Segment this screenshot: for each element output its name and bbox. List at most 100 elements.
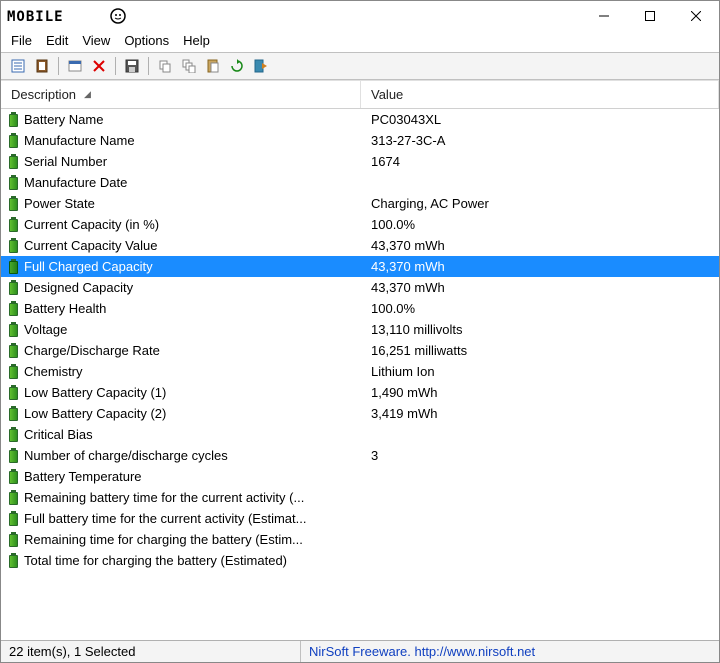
list-row[interactable]: Low Battery Capacity (2) 3,419 mWh	[1, 403, 719, 424]
list-row[interactable]: Full Charged Capacity 43,370 mWh	[1, 256, 719, 277]
list-row[interactable]: ChemistryLithium Ion	[1, 361, 719, 382]
row-value: 13,110 millivolts	[361, 322, 719, 337]
maximize-button[interactable]	[627, 1, 673, 31]
battery-icon	[9, 323, 18, 337]
list-row[interactable]: Charge/Discharge Rate16,251 milliwatts	[1, 340, 719, 361]
row-description: Current Capacity (in %)	[24, 217, 159, 232]
list-row[interactable]: Current Capacity (in %) 100.0%	[1, 214, 719, 235]
battery-icon	[9, 512, 18, 526]
row-value: 313-27-3C-A	[361, 133, 719, 148]
status-left: 22 item(s), 1 Selected	[1, 641, 301, 662]
row-description: Current Capacity Value	[24, 238, 157, 253]
paste-icon[interactable]	[202, 55, 224, 77]
list-row[interactable]: Manufacture Name 313-27-3C-A	[1, 130, 719, 151]
menu-file[interactable]: File	[11, 33, 32, 48]
row-value: 100.0%	[361, 217, 719, 232]
row-description: Total time for charging the battery (Est…	[24, 553, 287, 568]
list-row[interactable]: Number of charge/discharge cycles 3	[1, 445, 719, 466]
delete-icon[interactable]	[88, 55, 110, 77]
properties-icon[interactable]	[64, 55, 86, 77]
refresh-icon[interactable]	[226, 55, 248, 77]
status-right-link[interactable]: NirSoft Freeware. http://www.nirsoft.net	[301, 644, 719, 659]
battery-icon	[9, 533, 18, 547]
row-description: Battery Name	[24, 112, 103, 127]
report-icon[interactable]	[7, 55, 29, 77]
titlebar: MOBILE	[1, 1, 719, 31]
row-value: Charging, AC Power	[361, 196, 719, 211]
minimize-button[interactable]	[581, 1, 627, 31]
battery-icon	[9, 428, 18, 442]
copy-icon[interactable]	[154, 55, 176, 77]
menu-view[interactable]: View	[82, 33, 110, 48]
battery-icon	[9, 386, 18, 400]
battery-icon	[9, 554, 18, 568]
battery-icon	[9, 218, 18, 232]
list-row[interactable]: Serial Number 1674	[1, 151, 719, 172]
save-icon[interactable]	[121, 55, 143, 77]
row-description: Manufacture Date	[24, 175, 127, 190]
row-description: Full battery time for the current activi…	[24, 511, 306, 526]
list-row[interactable]: Battery Name PC03043XL	[1, 109, 719, 130]
column-description[interactable]: Description ◢	[1, 81, 361, 108]
row-value: 3	[361, 448, 719, 463]
row-description: Manufacture Name	[24, 133, 135, 148]
menu-options[interactable]: Options	[124, 33, 169, 48]
row-value: 1674	[361, 154, 719, 169]
close-button[interactable]	[673, 1, 719, 31]
row-description: Designed Capacity	[24, 280, 133, 295]
row-description: Critical Bias	[24, 427, 93, 442]
column-value[interactable]: Value	[361, 81, 719, 108]
menu-help[interactable]: Help	[183, 33, 210, 48]
list-row[interactable]: Full battery time for the current activi…	[1, 508, 719, 529]
row-value: 43,370 mWh	[361, 238, 719, 253]
battery-icon	[9, 449, 18, 463]
column-value-label: Value	[371, 87, 403, 102]
row-description: Low Battery Capacity (2)	[24, 406, 166, 421]
list-row[interactable]: Current Capacity Value 43,370 mWh	[1, 235, 719, 256]
list-row[interactable]: Total time for charging the battery (Est…	[1, 550, 719, 571]
battery-icon	[9, 302, 18, 316]
clipboard-icon[interactable]	[31, 55, 53, 77]
list-row[interactable]: Low Battery Capacity (1)1,490 mWh	[1, 382, 719, 403]
list-row[interactable]: Remaining battery time for the current a…	[1, 487, 719, 508]
app-logo-icon	[109, 7, 127, 25]
battery-icon	[9, 260, 18, 274]
list-row[interactable]: Battery Temperature	[1, 466, 719, 487]
statusbar: 22 item(s), 1 Selected NirSoft Freeware.…	[1, 640, 719, 662]
window-buttons	[581, 1, 719, 31]
menubar: File Edit View Options Help	[1, 31, 719, 52]
menu-edit[interactable]: Edit	[46, 33, 68, 48]
list-row[interactable]: Critical Bias	[1, 424, 719, 445]
row-description: Voltage	[24, 322, 67, 337]
list-row[interactable]: Power StateCharging, AC Power	[1, 193, 719, 214]
battery-icon	[9, 407, 18, 421]
list-row[interactable]: Designed Capacity43,370 mWh	[1, 277, 719, 298]
list-row[interactable]: Manufacture Date	[1, 172, 719, 193]
row-description: Remaining battery time for the current a…	[24, 490, 304, 505]
row-value: PC03043XL	[361, 112, 719, 127]
toolbar-separator	[115, 57, 116, 75]
copy-all-icon[interactable]	[178, 55, 200, 77]
toolbar-separator	[148, 57, 149, 75]
battery-icon	[9, 281, 18, 295]
list-row[interactable]: Voltage 13,110 millivolts	[1, 319, 719, 340]
row-value: 3,419 mWh	[361, 406, 719, 421]
list-row[interactable]: Battery Health100.0%	[1, 298, 719, 319]
row-description: Serial Number	[24, 154, 107, 169]
column-headers: Description ◢ Value	[1, 81, 719, 109]
row-value: Lithium Ion	[361, 364, 719, 379]
battery-icon	[9, 344, 18, 358]
svg-text:MOBILE: MOBILE	[7, 9, 64, 25]
toolbar	[1, 52, 719, 80]
listview[interactable]: Description ◢ Value Battery Name PC03043X…	[1, 80, 719, 640]
row-description: Full Charged Capacity	[24, 259, 153, 274]
battery-icon	[9, 155, 18, 169]
sort-indicator-icon: ◢	[84, 89, 91, 100]
app-logo: MOBILE	[7, 7, 127, 25]
row-value: 43,370 mWh	[361, 259, 719, 274]
list-row[interactable]: Remaining time for charging the battery …	[1, 529, 719, 550]
row-description: Number of charge/discharge cycles	[24, 448, 228, 463]
exit-icon[interactable]	[250, 55, 272, 77]
row-value: 16,251 milliwatts	[361, 343, 719, 358]
row-value: 1,490 mWh	[361, 385, 719, 400]
